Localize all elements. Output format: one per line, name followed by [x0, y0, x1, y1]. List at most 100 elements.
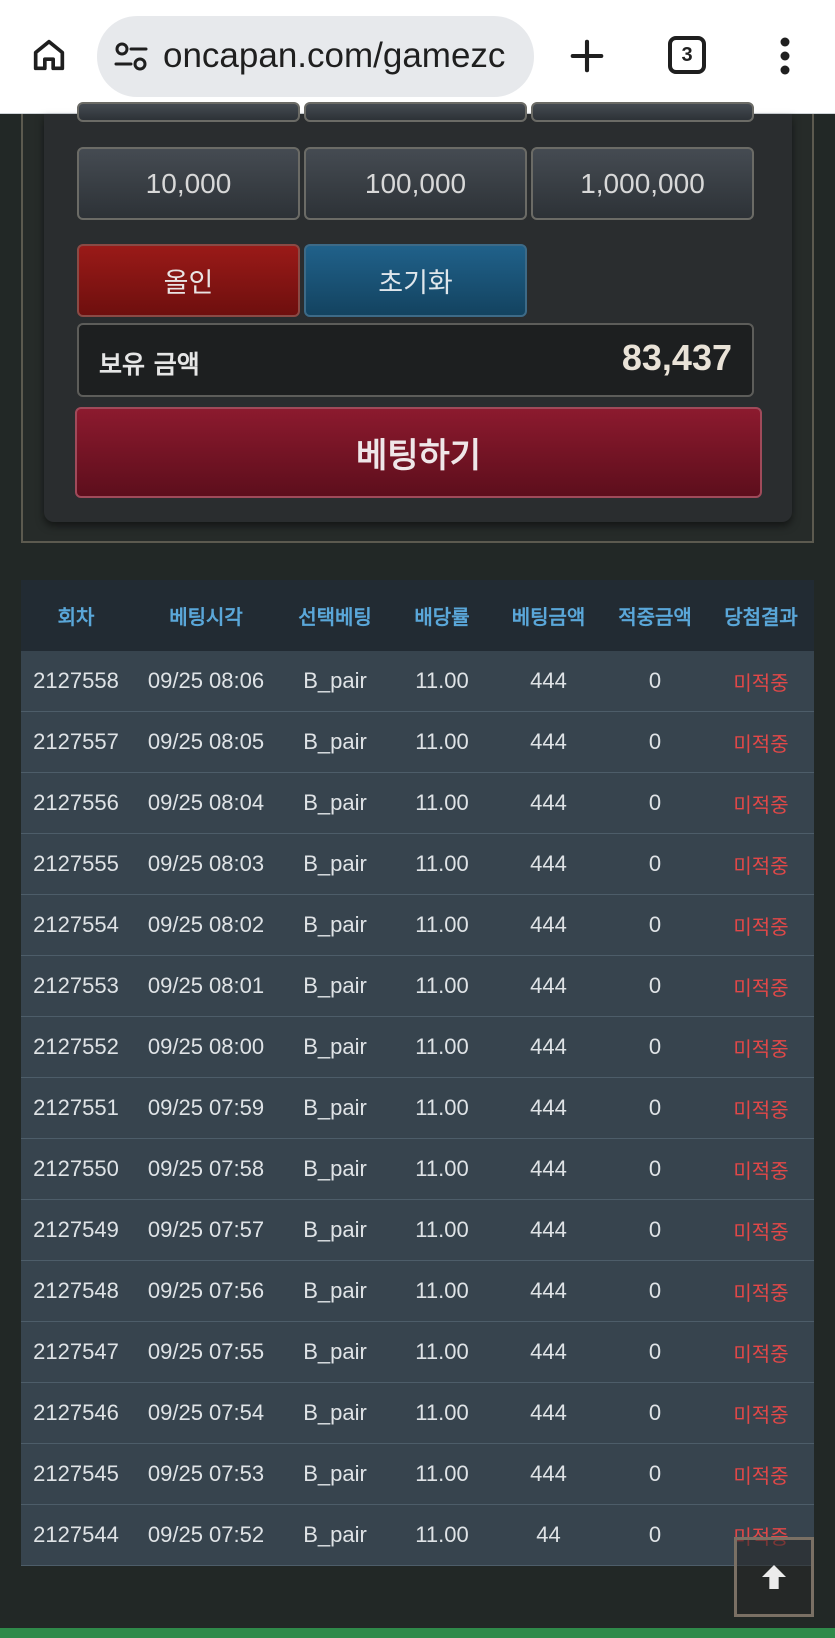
cell-win-amount: 0 — [648, 668, 662, 693]
cell-bet-time: 09/25 07:57 — [147, 1217, 265, 1242]
cell-win-amount: 0 — [648, 912, 662, 937]
chip-button-100000[interactable]: 100,000 — [304, 147, 527, 220]
cell-selected-bet: B_pair — [303, 1095, 367, 1120]
cell-odds: 11.00 — [415, 1522, 469, 1547]
cell-result: 미적중 — [733, 853, 789, 878]
header-win-amount: 적중금액 — [618, 605, 692, 629]
cell-odds: 11.00 — [415, 1217, 469, 1242]
cell-win-amount: 0 — [648, 1034, 662, 1059]
cell-bet-amount: 444 — [530, 851, 567, 876]
cell-odds: 11.00 — [415, 973, 469, 998]
cell-odds: 11.00 — [415, 1034, 469, 1059]
cell-result: 미적중 — [733, 914, 789, 939]
cell-bet-amount: 444 — [530, 1339, 567, 1364]
cell-result: 미적중 — [733, 1158, 789, 1183]
site-settings-icon[interactable] — [113, 40, 149, 74]
betting-panel-inner: 10,000 100,000 1,000,000 올인 초기화 보유 금액 83… — [44, 102, 792, 522]
more-vert-icon — [780, 37, 790, 75]
header-selected-bet: 선택베팅 — [298, 605, 372, 629]
url-text[interactable]: oncapan.com/gamezc — [163, 34, 523, 78]
balance-label: 보유 금액 — [99, 350, 200, 379]
reset-button[interactable]: 초기화 — [304, 244, 527, 317]
cell-win-amount: 0 — [648, 1156, 662, 1181]
cell-round: 2127557 — [33, 729, 119, 754]
table-row: 2127547 09/25 07:55 B_pair 11.00 444 0 미적중 — [21, 1322, 814, 1383]
cell-bet-amount: 444 — [530, 1217, 567, 1242]
cell-bet-amount: 444 — [530, 1278, 567, 1303]
bottom-strip — [0, 1628, 835, 1638]
header-bet-time: 베팅시각 — [169, 605, 243, 629]
cell-round: 2127552 — [33, 1034, 119, 1059]
scroll-to-top-button[interactable] — [734, 1537, 814, 1617]
cell-odds: 11.00 — [415, 1278, 469, 1303]
cell-selected-bet: B_pair — [303, 1217, 367, 1242]
cell-win-amount: 0 — [648, 851, 662, 876]
cell-bet-amount: 444 — [530, 973, 567, 998]
cell-result: 미적중 — [733, 1219, 789, 1244]
table-body: 2127558 09/25 08:06 B_pair 11.00 444 0 미적중 2127… — [21, 651, 814, 1566]
balance-value: 83,437 — [621, 337, 732, 378]
cell-round: 2127546 — [33, 1400, 119, 1425]
balance-display: 보유 금액 83,437 — [77, 323, 754, 397]
table-row: 2127554 09/25 08:02 B_pair 11.00 444 0 미적중 — [21, 895, 814, 956]
cell-win-amount: 0 — [648, 1217, 662, 1242]
cell-selected-bet: B_pair — [303, 1278, 367, 1303]
cell-selected-bet: B_pair — [303, 912, 367, 937]
cell-bet-time: 09/25 07:53 — [147, 1461, 265, 1486]
header-odds: 배당률 — [414, 605, 470, 629]
table-row: 2127545 09/25 07:53 B_pair 11.00 444 0 미적중 — [21, 1444, 814, 1505]
table-row: 2127555 09/25 08:03 B_pair 11.00 444 0 미적중 — [21, 834, 814, 895]
header-result: 당첨결과 — [724, 605, 798, 629]
header-bet-amount: 베팅금액 — [511, 605, 586, 629]
cell-bet-time: 09/25 08:00 — [147, 1034, 265, 1059]
cell-win-amount: 0 — [648, 1278, 662, 1303]
cell-round: 2127556 — [33, 790, 119, 815]
cell-bet-time: 09/25 07:56 — [147, 1278, 265, 1303]
cell-result: 미적중 — [733, 1341, 789, 1366]
cell-selected-bet: B_pair — [303, 851, 367, 876]
table-row: 2127550 09/25 07:58 B_pair 11.00 444 0 미적중 — [21, 1139, 814, 1200]
cell-bet-amount: 444 — [530, 1461, 567, 1486]
chip-button-hidden-1[interactable] — [77, 102, 300, 122]
chip-button-hidden-3[interactable] — [531, 102, 754, 122]
table-row: 212754409/25 07:52B_pair11.00440미적중 — [21, 1505, 814, 1566]
cell-bet-amount: 444 — [530, 1095, 567, 1120]
cell-bet-time: 09/25 08:06 — [147, 668, 265, 693]
cell-result: 미적중 — [733, 1097, 789, 1122]
cell-odds: 11.00 — [415, 912, 469, 937]
cell-bet-time: 09/25 07:54 — [147, 1400, 265, 1425]
cell-round: 2127547 — [33, 1339, 119, 1364]
all-in-button[interactable]: 올인 — [77, 244, 300, 317]
home-button[interactable] — [24, 30, 74, 80]
cell-odds: 11.00 — [415, 1461, 469, 1486]
table-row: 2127553 09/25 08:01 B_pair 11.00 444 0 미적중 — [21, 956, 814, 1017]
cell-round: 2127544 — [33, 1522, 119, 1547]
chip-button-hidden-2[interactable] — [304, 102, 527, 122]
cell-bet-time: 09/25 08:01 — [147, 973, 265, 998]
cell-bet-amount: 444 — [530, 668, 567, 693]
chip-button-1000000[interactable]: 1,000,000 — [531, 147, 754, 220]
cell-round: 2127555 — [33, 851, 119, 876]
address-bar[interactable]: oncapan.com/gamezc — [97, 16, 534, 97]
cell-win-amount: 0 — [648, 973, 662, 998]
cell-result: 미적중 — [733, 1402, 789, 1427]
tab-switcher-button[interactable]: 3 — [668, 36, 706, 74]
table-row: 2127548 09/25 07:56 B_pair 11.00 444 0 미적중 — [21, 1261, 814, 1322]
table-row: 2127557 09/25 08:05 B_pair 11.00 444 0 미적중 — [21, 712, 814, 773]
table-row: 2127549 09/25 07:57 B_pair 11.00 444 0 미적중 — [21, 1200, 814, 1261]
table-header: 회차 베팅시각 선택베팅 배당률 베팅금액 적중금액 당첨결과 — [21, 580, 814, 651]
cell-bet-time: 09/25 07:55 — [147, 1339, 265, 1364]
tab-count: 3 — [681, 43, 693, 66]
cell-result: 미적중 — [733, 1036, 789, 1061]
browser-menu-button[interactable] — [770, 34, 800, 78]
cell-result: 미적중 — [733, 670, 789, 695]
place-bet-button[interactable]: 베팅하기 — [75, 407, 762, 498]
cell-selected-bet: B_pair — [303, 790, 367, 815]
cell-win-amount: 0 — [648, 1400, 662, 1425]
plus-icon — [570, 39, 604, 73]
cell-bet-amount: 444 — [530, 912, 567, 937]
chip-button-10000[interactable]: 10,000 — [77, 147, 300, 220]
cell-win-amount: 0 — [648, 1095, 662, 1120]
cell-odds: 11.00 — [415, 1095, 469, 1120]
new-tab-button[interactable] — [563, 32, 611, 80]
